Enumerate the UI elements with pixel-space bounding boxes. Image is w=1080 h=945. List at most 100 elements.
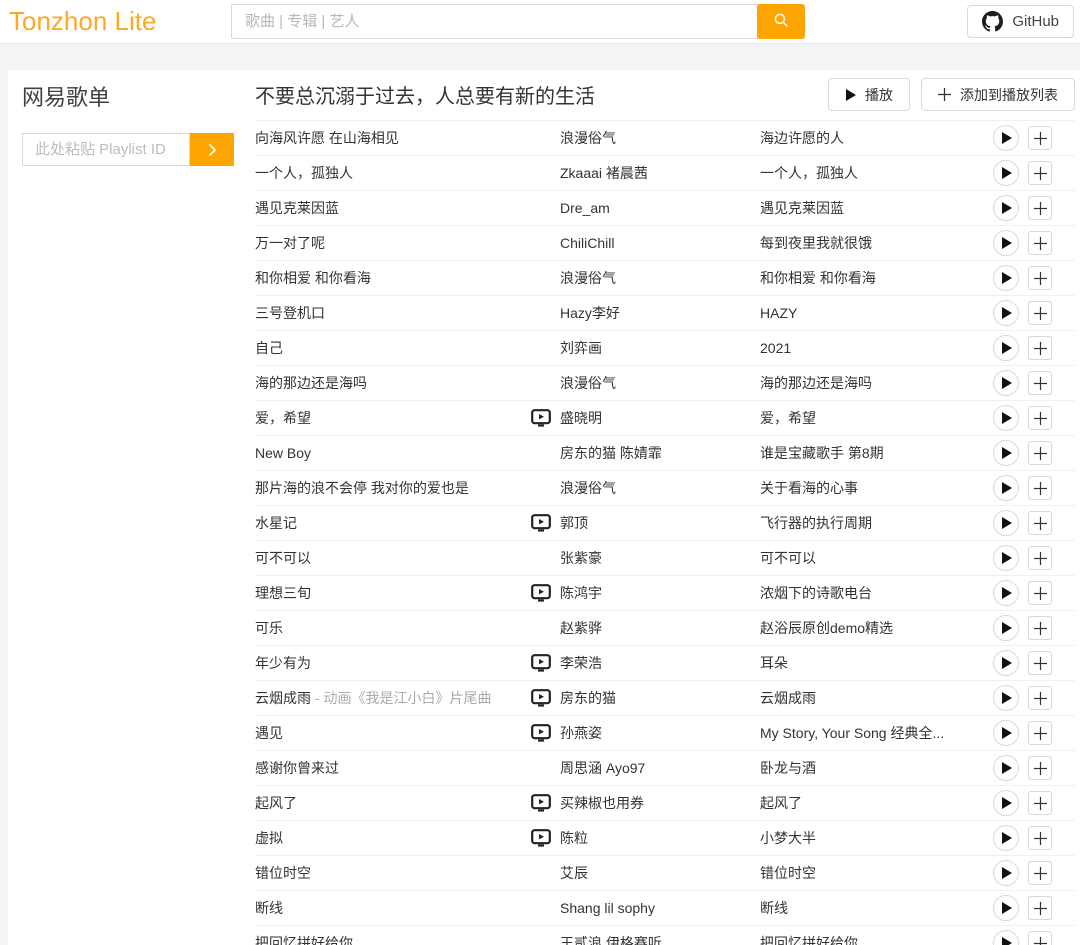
mv-icon[interactable] [531,654,551,672]
mv-icon[interactable] [531,689,551,707]
search-input[interactable] [231,4,758,39]
song-title: 年少有为 [255,653,531,673]
row-add-button[interactable] [1028,406,1052,430]
mv-icon[interactable] [531,829,551,847]
play-all-button[interactable]: 播放 [828,78,910,111]
song-album: 海的那边还是海吗 [760,373,985,393]
row-add-button[interactable] [1028,686,1052,710]
row-add-button[interactable] [1028,616,1052,640]
mv-icon[interactable] [531,514,551,532]
row-add-button[interactable] [1028,196,1052,220]
row-play-button[interactable] [993,790,1019,816]
row-play-button[interactable] [993,475,1019,501]
mv-icon[interactable] [531,584,551,602]
row-add-button[interactable] [1028,581,1052,605]
song-row: 把回忆拼好给你 王贰浪 伊格赛听 把回忆拼好给你 [255,926,1075,945]
row-add-button[interactable] [1028,266,1052,290]
song-artist: 房东的猫 [560,688,760,708]
github-label: GitHub [1012,13,1059,30]
song-title: 三号登机口 [255,303,531,323]
mv-icon[interactable] [531,794,551,812]
song-title: 理想三旬 [255,583,531,603]
row-play-button[interactable] [993,370,1019,396]
github-button[interactable]: GitHub [967,5,1074,38]
song-title: 一个人，孤独人 [255,163,531,183]
row-add-button[interactable] [1028,791,1052,815]
song-artist: 浪漫俗气 [560,268,760,288]
add-all-to-queue-button[interactable]: 添加到播放列表 [921,78,1075,111]
song-row: 起风了 买辣椒也用券 起风了 [255,786,1075,821]
song-title: 把回忆拼好给你 [255,933,531,945]
row-play-button[interactable] [993,580,1019,606]
song-title: 万一对了呢 [255,233,531,253]
song-album: 起风了 [760,793,985,813]
song-title: 感谢你曾来过 [255,758,531,778]
github-icon [982,11,1003,32]
row-play-button[interactable] [993,230,1019,256]
row-play-button[interactable] [993,545,1019,571]
mv-icon[interactable] [531,409,551,427]
row-add-button[interactable] [1028,721,1052,745]
mv-icon[interactable] [531,724,551,742]
row-add-button[interactable] [1028,511,1052,535]
row-play-button[interactable] [993,825,1019,851]
row-play-button[interactable] [993,930,1019,945]
play-all-label: 播放 [865,85,893,105]
row-play-button[interactable] [993,685,1019,711]
song-artist: 赵紫骅 [560,618,760,638]
row-play-button[interactable] [993,195,1019,221]
song-title: New Boy [255,445,531,461]
row-play-button[interactable] [993,510,1019,536]
row-add-button[interactable] [1028,231,1052,255]
row-add-button[interactable] [1028,126,1052,150]
row-add-button[interactable] [1028,476,1052,500]
row-add-button[interactable] [1028,931,1052,945]
row-play-button[interactable] [993,300,1019,326]
song-row: 年少有为 李荣浩 耳朵 [255,646,1075,681]
song-artist: 孙燕姿 [560,723,760,743]
song-album: 海边许愿的人 [760,128,985,148]
song-artist: 陈鸿宇 [560,583,760,603]
row-play-button[interactable] [993,860,1019,886]
song-album: 把回忆拼好给你 [760,933,985,945]
row-play-button[interactable] [993,335,1019,361]
playlist-id-input[interactable] [22,133,190,166]
row-add-button[interactable] [1028,371,1052,395]
search-button[interactable] [757,4,805,39]
song-artist: 陈粒 [560,828,760,848]
row-add-button[interactable] [1028,826,1052,850]
row-add-button[interactable] [1028,896,1052,920]
row-add-button[interactable] [1028,861,1052,885]
song-row: 错位时空 艾辰 错位时空 [255,856,1075,891]
row-add-button[interactable] [1028,546,1052,570]
song-artist: 张紫豪 [560,548,760,568]
row-play-button[interactable] [993,265,1019,291]
song-artist: 王贰浪 伊格赛听 [560,933,760,945]
row-play-button[interactable] [993,125,1019,151]
row-play-button[interactable] [993,755,1019,781]
song-title: 水星记 [255,513,531,533]
row-play-button[interactable] [993,615,1019,641]
row-add-button[interactable] [1028,756,1052,780]
app-logo[interactable]: Tonzhon Lite [9,6,156,37]
row-play-button[interactable] [993,405,1019,431]
song-row: 三号登机口 Hazy李好 HAZY [255,296,1075,331]
song-artist: 周思涵 Ayo97 [560,758,760,778]
row-play-button[interactable] [993,160,1019,186]
playlist-id-submit-button[interactable] [190,133,234,166]
row-play-button[interactable] [993,720,1019,746]
song-list: 向海风许愿 在山海相见 浪漫俗气 海边许愿的人 一个人，孤独人 [255,120,1075,945]
song-row: 遇见 孙燕姿 My Story, Your Song 经典全... [255,716,1075,751]
song-album: HAZY [760,305,985,321]
playlist-title: 不要总沉溺于过去，人总要有新的生活 [255,80,828,109]
row-add-button[interactable] [1028,441,1052,465]
row-add-button[interactable] [1028,651,1052,675]
row-play-button[interactable] [993,895,1019,921]
row-add-button[interactable] [1028,301,1052,325]
row-play-button[interactable] [993,650,1019,676]
row-play-button[interactable] [993,440,1019,466]
song-album: 浓烟下的诗歌电台 [760,583,985,603]
song-row: 爱，希望 盛晓明 爱，希望 [255,401,1075,436]
row-add-button[interactable] [1028,336,1052,360]
row-add-button[interactable] [1028,161,1052,185]
